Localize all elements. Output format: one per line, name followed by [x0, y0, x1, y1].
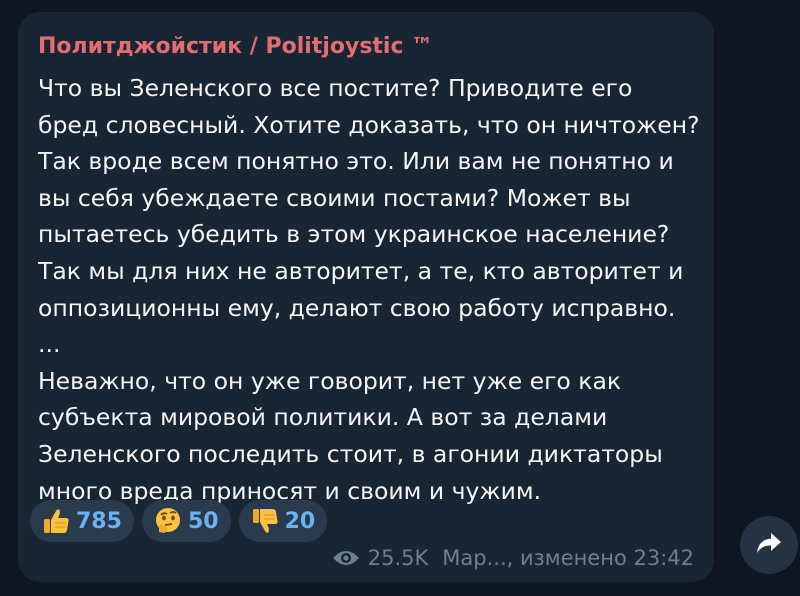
reaction-count: 50 [187, 508, 219, 534]
message-line: ... [38, 330, 61, 359]
reaction-thinking[interactable]: 50 [141, 500, 231, 542]
reaction-thumbs-up[interactable]: 785 [30, 500, 134, 542]
view-count: 25.5K [367, 546, 429, 570]
reaction-count: 20 [284, 508, 316, 534]
eye-icon [332, 548, 360, 568]
message-line: субъекта мировой политики. А вот за дела… [38, 403, 608, 432]
message-line: вы себя убеждаете своими постами? Может … [38, 183, 631, 212]
message-line: Зеленского последить стоит, в агонии дик… [38, 439, 663, 468]
thinking-face-icon [152, 505, 184, 537]
message-line: Что вы Зеленского все постите? Приводите… [38, 74, 633, 102]
message-meta: 25.5K Мар..., изменено 23:42 [332, 546, 694, 570]
reaction-count: 785 [76, 508, 122, 534]
message-line: Так мы для них не авторитет, а те, кто а… [38, 256, 684, 285]
thumbs-down-icon [249, 505, 281, 537]
message-line: Так вроде всем понятно это. Или вам не п… [38, 147, 674, 176]
channel-author-name[interactable]: Политджойстик / Politjoystic ™ [38, 34, 433, 59]
reaction-thumbs-down[interactable]: 20 [238, 500, 328, 542]
message-line: Неважно, что он уже говорит, нет уже его… [38, 366, 622, 395]
message-line: оппозиционны ему, делают свою работу исп… [38, 293, 676, 322]
message-line: бред словесный. Хотите доказать, что он … [38, 110, 700, 139]
message-timestamp: Мар..., изменено 23:42 [442, 546, 694, 570]
message-text: Что вы Зеленского все постите? Приводите… [38, 70, 706, 509]
thumbs-up-icon [40, 505, 72, 537]
reactions-bar: 785 50 20 [30, 500, 328, 542]
share-button[interactable] [740, 516, 798, 574]
share-arrow-icon [756, 532, 782, 558]
message-line: пытаетесь убедить в этом украинское насе… [38, 220, 670, 249]
message-bubble: Политджойстик / Politjoystic ™ Что вы Зе… [18, 12, 714, 582]
